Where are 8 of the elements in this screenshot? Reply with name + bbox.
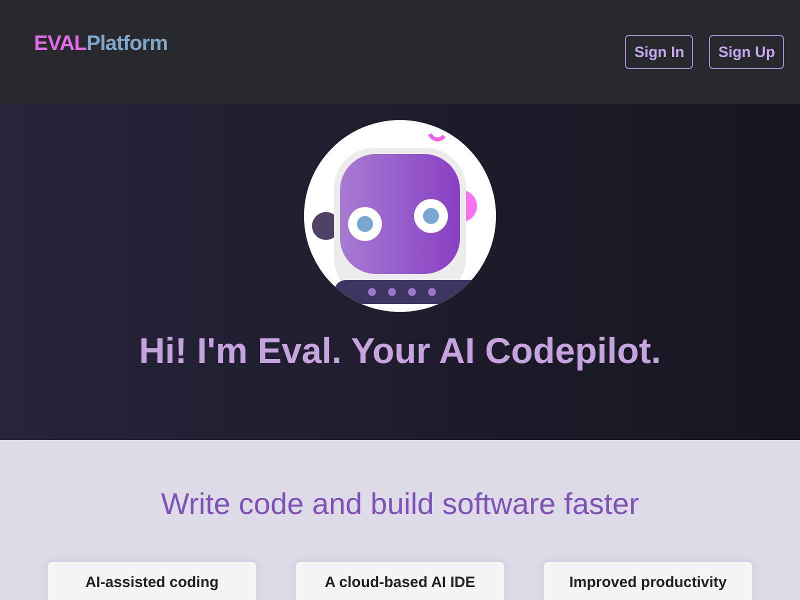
section-title: Write code and build software faster (160, 488, 640, 522)
hero-headline: Hi! I'm Eval. Your AI Codepilot. (139, 330, 661, 372)
sign-up-button[interactable]: Sign Up (709, 35, 784, 69)
card-title: A cloud-based AI IDE (324, 574, 476, 593)
sign-in-button[interactable]: Sign In (625, 35, 694, 69)
logo[interactable]: EVALPlatform (34, 32, 168, 56)
card-title: AI-assisted coding (85, 574, 219, 593)
card-title: Improved productivity (569, 574, 727, 593)
